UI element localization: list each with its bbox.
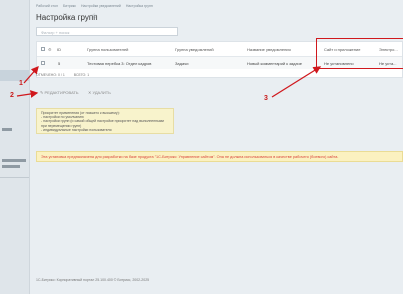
annotation-arrows	[16, 66, 322, 98]
annotation-arrow-2	[16, 90, 39, 98]
annotation-arrow-3	[271, 66, 322, 98]
annotation-arrow-1	[23, 66, 39, 84]
